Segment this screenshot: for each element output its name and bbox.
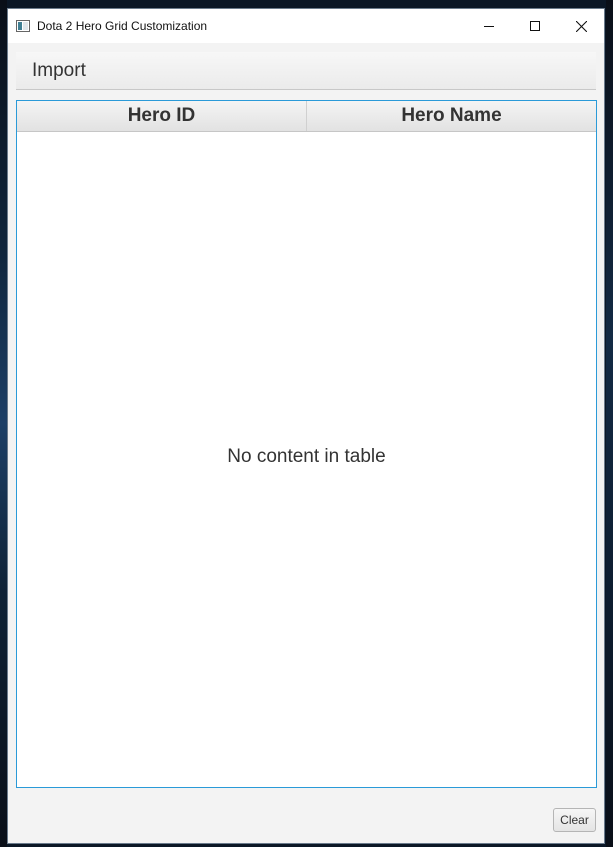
desktop-background-left [0, 0, 7, 847]
column-header-hero-id[interactable]: Hero ID [17, 101, 306, 131]
app-window: Dota 2 Hero Grid Customization Import He… [7, 8, 605, 844]
table-empty-placeholder: No content in table [227, 446, 386, 467]
app-window-icon [15, 18, 31, 34]
caption-buttons [466, 9, 604, 43]
window-title: Dota 2 Hero Grid Customization [37, 19, 208, 33]
menu-bar: Import [16, 52, 596, 90]
menu-import[interactable]: Import [24, 52, 94, 89]
column-header-hero-name[interactable]: Hero Name [306, 101, 596, 131]
close-icon [575, 20, 587, 32]
desktop-background-right [606, 0, 613, 847]
maximize-button[interactable] [512, 9, 558, 43]
close-button[interactable] [558, 9, 604, 43]
minimize-button[interactable] [466, 9, 512, 43]
clear-button[interactable]: Clear [553, 808, 596, 832]
title-bar[interactable]: Dota 2 Hero Grid Customization [8, 9, 604, 43]
maximize-icon [530, 21, 540, 31]
minimize-icon [484, 21, 494, 31]
hero-table[interactable]: Hero ID Hero Name No content in table [16, 100, 597, 788]
table-header: Hero ID Hero Name [17, 101, 596, 132]
